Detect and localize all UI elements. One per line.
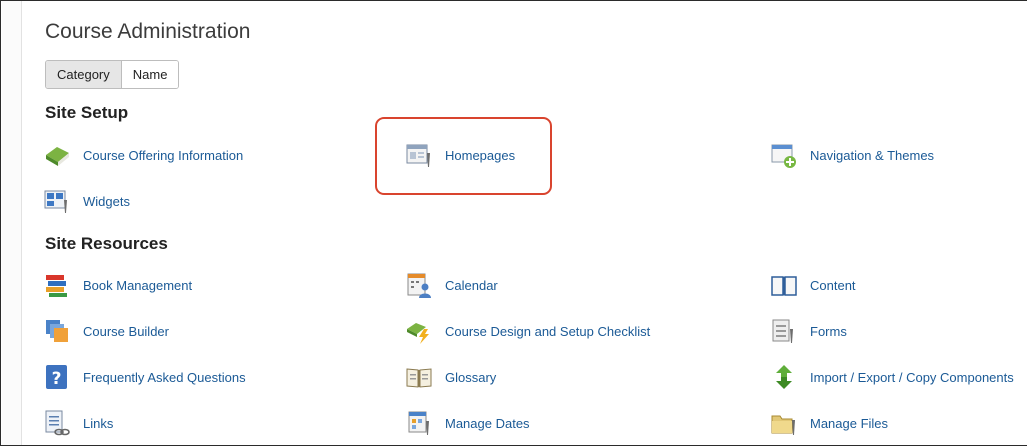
course-admin-panel: Course Administration Category Name Site…: [0, 0, 1027, 446]
tool-widgets[interactable]: Widgets: [43, 185, 130, 217]
page-title: Course Administration: [45, 20, 251, 43]
tool-manage-files[interactable]: Manage Files: [770, 407, 888, 439]
manage-dates-icon: [408, 411, 429, 435]
import-export-arrows-icon: [776, 365, 792, 389]
section-heading-site-resources: Site Resources: [45, 234, 168, 253]
sidebar-strip: [2, 1, 22, 445]
category-view-button[interactable]: Category: [46, 61, 122, 88]
folder-wrench-icon: [771, 415, 795, 435]
tool-label[interactable]: Book Management: [83, 278, 192, 293]
tool-book-management[interactable]: Book Management: [43, 269, 192, 301]
open-book-icon: [771, 276, 797, 296]
tool-content[interactable]: Content: [770, 269, 856, 301]
tool-course-offering-information[interactable]: Course Offering Information: [43, 139, 243, 171]
name-view-button[interactable]: Name: [121, 61, 179, 88]
forms-wrench-icon: [772, 319, 793, 343]
tool-label[interactable]: Course Design and Setup Checklist: [445, 324, 650, 339]
tool-navigation-themes[interactable]: Navigation & Themes: [770, 139, 934, 171]
widgets-wrench-icon: [44, 190, 67, 213]
tool-label[interactable]: Manage Dates: [445, 416, 530, 431]
layers-icon: [46, 320, 68, 342]
tool-forms[interactable]: Forms: [770, 315, 847, 347]
tool-label[interactable]: Links: [83, 416, 113, 431]
checklist-lightning-icon: [407, 323, 429, 344]
tool-course-design-checklist[interactable]: Course Design and Setup Checklist: [405, 315, 650, 347]
glossary-book-icon: [406, 368, 432, 388]
tool-glossary[interactable]: Glossary: [405, 361, 496, 393]
tool-import-export-copy[interactable]: Import / Export / Copy Components: [770, 361, 1014, 393]
navigation-plus-icon: [771, 144, 796, 168]
tool-manage-dates[interactable]: Manage Dates: [405, 407, 530, 439]
question-mark-icon: ?: [46, 365, 67, 389]
tool-links[interactable]: Links: [43, 407, 113, 439]
tool-label[interactable]: Import / Export / Copy Components: [810, 370, 1014, 385]
view-toggle: Category Name: [45, 60, 180, 89]
links-chain-icon: [45, 410, 70, 436]
tool-label[interactable]: Content: [810, 278, 856, 293]
tool-calendar[interactable]: Calendar: [405, 269, 498, 301]
homepages-highlight-box: [375, 117, 552, 195]
books-stack-icon: [46, 275, 67, 297]
section-heading-site-setup: Site Setup: [45, 103, 129, 122]
tool-course-builder[interactable]: Course Builder: [43, 315, 169, 347]
tool-faq[interactable]: ? Frequently Asked Questions: [43, 361, 246, 393]
tool-label[interactable]: Calendar: [445, 278, 498, 293]
tool-label[interactable]: Forms: [810, 324, 847, 339]
tool-label[interactable]: Course Offering Information: [83, 148, 243, 163]
tool-label[interactable]: Widgets: [83, 194, 130, 209]
svg-text:?: ?: [52, 369, 62, 389]
tool-label[interactable]: Manage Files: [810, 416, 888, 431]
tool-label[interactable]: Course Builder: [83, 324, 169, 339]
book-green-icon: [46, 147, 69, 166]
calendar-user-icon: [407, 273, 431, 298]
tool-label[interactable]: Glossary: [445, 370, 496, 385]
tool-label[interactable]: Frequently Asked Questions: [83, 370, 246, 385]
tool-label[interactable]: Navigation & Themes: [810, 148, 934, 163]
